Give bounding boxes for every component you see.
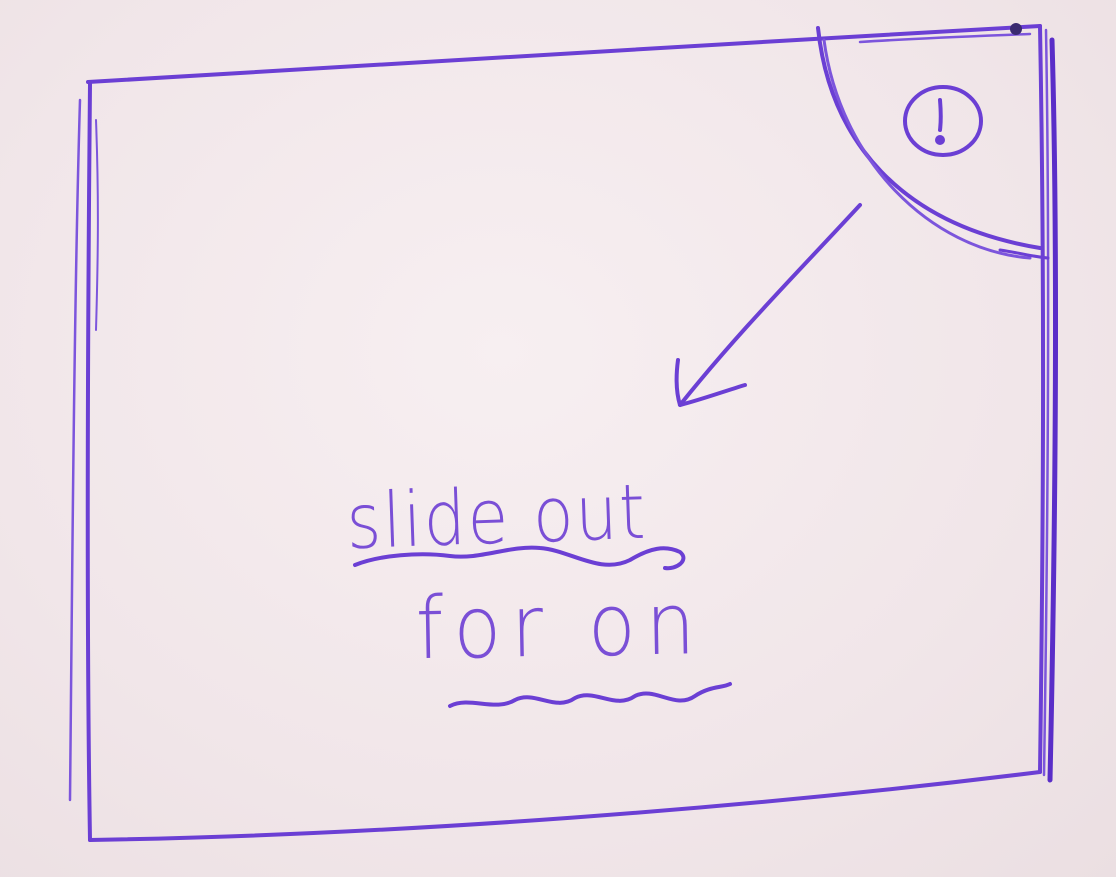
slide-out-corner-panel	[816, 23, 1050, 260]
for-on-label: for on	[415, 574, 706, 679]
slide-out-label: slide out	[345, 467, 649, 567]
sketch-drawing	[68, 23, 1059, 842]
exclamation-circle-icon	[903, 85, 983, 157]
slide-direction-arrow	[674, 203, 862, 407]
pen-dot-mark	[1010, 23, 1022, 35]
sketch-paper: slide out for on	[0, 0, 1116, 877]
screen-frame	[68, 24, 1059, 842]
